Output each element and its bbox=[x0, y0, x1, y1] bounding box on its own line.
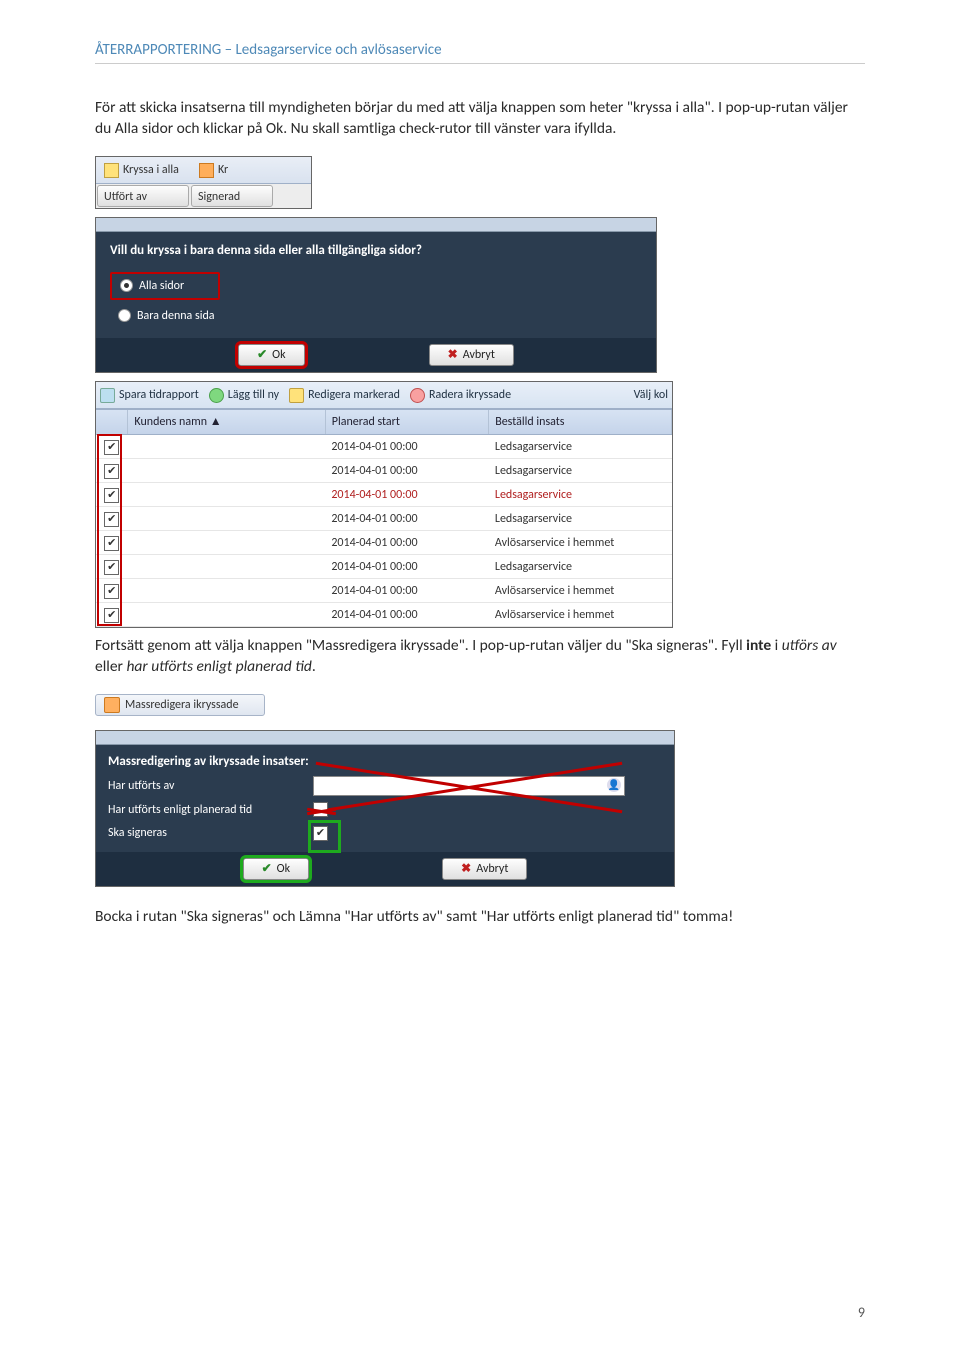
screenshot-table: Spara tidrapport Lägg till ny Redigera m… bbox=[95, 381, 673, 628]
kr-label: Kr bbox=[218, 162, 228, 178]
table-row[interactable]: ✔ 2014-04-01 00:00Ledsagarservice bbox=[96, 435, 672, 459]
cell-insats: Ledsagarservice bbox=[489, 511, 672, 527]
x-icon: ✖ bbox=[461, 861, 471, 877]
table-row[interactable]: ✔ 2014-04-01 00:00Avlösarservice i hemmet bbox=[96, 579, 672, 603]
cell-insats: Avlösarservice i hemmet bbox=[489, 583, 672, 599]
row-checkbox[interactable]: ✔ bbox=[104, 536, 119, 551]
screenshot-kryssa: Kryssa i alla Kr Utfört av Signerad bbox=[95, 156, 312, 209]
radio-bara-denna[interactable]: Bara denna sida bbox=[110, 304, 642, 328]
red-x-annotation-2 bbox=[307, 802, 336, 819]
table-row[interactable]: ✔ 2014-04-01 00:00Ledsagarservice bbox=[96, 483, 672, 507]
cancel-button[interactable]: ✖ Avbryt bbox=[429, 344, 514, 366]
massredigera-button[interactable]: Massredigera ikryssade bbox=[95, 694, 265, 716]
mass-cancel-button[interactable]: ✖ Avbryt bbox=[442, 858, 527, 880]
paragraph-3: Bocka i rutan "Ska signeras" och Lämna "… bbox=[95, 907, 865, 928]
ok-button[interactable]: ✔ Ok bbox=[238, 344, 304, 366]
row-checkbox[interactable]: ✔ bbox=[104, 560, 119, 575]
cell-insats: Avlösarservice i hemmet bbox=[489, 535, 672, 551]
screenshot-mass-button: Massredigera ikryssade bbox=[95, 694, 265, 716]
mdlg-row3-label: Ska signeras bbox=[108, 825, 313, 841]
ok-label: Ok bbox=[272, 347, 285, 363]
cell-insats: Ledsagarservice bbox=[489, 559, 672, 575]
paragraph-1: För att skicka insatserna till myndighet… bbox=[95, 98, 865, 140]
redigera-button[interactable]: Redigera markerad bbox=[289, 387, 400, 403]
col-utfort[interactable]: Utfört av bbox=[97, 185, 189, 207]
radio-label-2: Bara denna sida bbox=[137, 308, 215, 324]
table-row[interactable]: ✔ 2014-04-01 00:00Ledsagarservice bbox=[96, 507, 672, 531]
cell-start: 2014-04-01 00:00 bbox=[325, 511, 489, 527]
uncheck-icon bbox=[199, 163, 214, 178]
table-row[interactable]: ✔ 2014-04-01 00:00Avlösarservice i hemmet bbox=[96, 531, 672, 555]
row-checkbox[interactable]: ✔ bbox=[104, 608, 119, 623]
green-highlight bbox=[308, 820, 341, 853]
row-checkbox[interactable]: ✔ bbox=[104, 584, 119, 599]
radio-alla-sidor[interactable]: Alla sidor bbox=[110, 272, 220, 300]
paragraph-2: Fortsätt genom att välja knappen "Massre… bbox=[95, 636, 865, 678]
kryssa-label: Kryssa i alla bbox=[123, 162, 179, 178]
radio-label-1: Alla sidor bbox=[139, 278, 184, 294]
table-row[interactable]: ✔ 2014-04-01 00:00Ledsagarservice bbox=[96, 459, 672, 483]
row-checkbox[interactable]: ✔ bbox=[104, 464, 119, 479]
kryssa-i-alla-button[interactable]: Kryssa i alla bbox=[100, 162, 183, 178]
mdlg-row1-label: Har utförts av bbox=[108, 778, 313, 794]
page-number: 9 bbox=[858, 1304, 865, 1323]
cell-start: 2014-04-01 00:00 bbox=[325, 559, 489, 575]
row-checkbox[interactable]: ✔ bbox=[104, 512, 119, 527]
mass-ok-button[interactable]: ✔ Ok bbox=[243, 858, 309, 880]
red-x-annotation bbox=[314, 777, 624, 795]
check-all-icon bbox=[104, 163, 119, 178]
cancel-label: Avbryt bbox=[463, 347, 495, 363]
col-name[interactable]: Kundens namn ▲ bbox=[128, 410, 325, 434]
cell-insats: Avlösarservice i hemmet bbox=[489, 607, 672, 623]
user-icon[interactable]: 👤 bbox=[607, 778, 621, 792]
edit-icon bbox=[289, 388, 304, 403]
valj-kol-button[interactable]: Välj kol bbox=[634, 387, 668, 403]
mass-ok-label: Ok bbox=[277, 861, 290, 877]
lagg-till-button[interactable]: Lägg till ny bbox=[209, 387, 279, 403]
col-start[interactable]: Planerad start bbox=[326, 410, 489, 434]
cell-start: 2014-04-01 00:00 bbox=[325, 607, 489, 623]
cell-start: 2014-04-01 00:00 bbox=[325, 583, 489, 599]
table-row[interactable]: ✔ 2014-04-01 00:00Avlösarservice i hemmet bbox=[96, 603, 672, 627]
brush-icon bbox=[104, 697, 120, 713]
mdlg-row2-label: Har utförts enligt planerad tid bbox=[108, 802, 313, 818]
dialog-question: Vill du kryssa i bara denna sida eller a… bbox=[96, 232, 656, 268]
save-icon bbox=[100, 388, 115, 403]
x-icon: ✖ bbox=[448, 347, 458, 363]
radera-button[interactable]: Radera ikryssade bbox=[410, 387, 511, 403]
cell-start: 2014-04-01 00:00 bbox=[325, 535, 489, 551]
col-insats[interactable]: Beställd insats bbox=[489, 410, 672, 434]
cell-start: 2014-04-01 00:00 bbox=[325, 463, 489, 479]
cell-insats: Ledsagarservice bbox=[489, 463, 672, 479]
kr-button[interactable]: Kr bbox=[195, 162, 232, 178]
screenshot-mass-dialog: Massredigering av ikryssade insatser: Ha… bbox=[95, 730, 675, 887]
spara-button[interactable]: Spara tidrapport bbox=[100, 387, 199, 403]
mass-btn-label: Massredigera ikryssade bbox=[125, 697, 239, 713]
cell-insats: Ledsagarservice bbox=[489, 439, 672, 455]
har-utforts-av-input[interactable]: 👤 bbox=[313, 776, 625, 796]
col-signerad[interactable]: Signerad bbox=[191, 185, 273, 207]
doc-header: ÅTERRAPPORTERING – Ledsagarservice och a… bbox=[95, 40, 865, 64]
table-row[interactable]: ✔ 2014-04-01 00:00Ledsagarservice bbox=[96, 555, 672, 579]
row-checkbox[interactable]: ✔ bbox=[104, 440, 119, 455]
check-icon: ✔ bbox=[257, 347, 267, 363]
cell-insats: Ledsagarservice bbox=[489, 487, 672, 503]
check-icon: ✔ bbox=[262, 861, 272, 877]
row-checkbox[interactable]: ✔ bbox=[104, 488, 119, 503]
screenshot-confirm-dialog: Vill du kryssa i bara denna sida eller a… bbox=[95, 217, 657, 373]
mass-cancel-label: Avbryt bbox=[476, 861, 508, 877]
add-icon bbox=[209, 388, 224, 403]
cell-start: 2014-04-01 00:00 bbox=[325, 439, 489, 455]
delete-icon bbox=[410, 388, 425, 403]
cell-start: 2014-04-01 00:00 bbox=[325, 487, 489, 503]
